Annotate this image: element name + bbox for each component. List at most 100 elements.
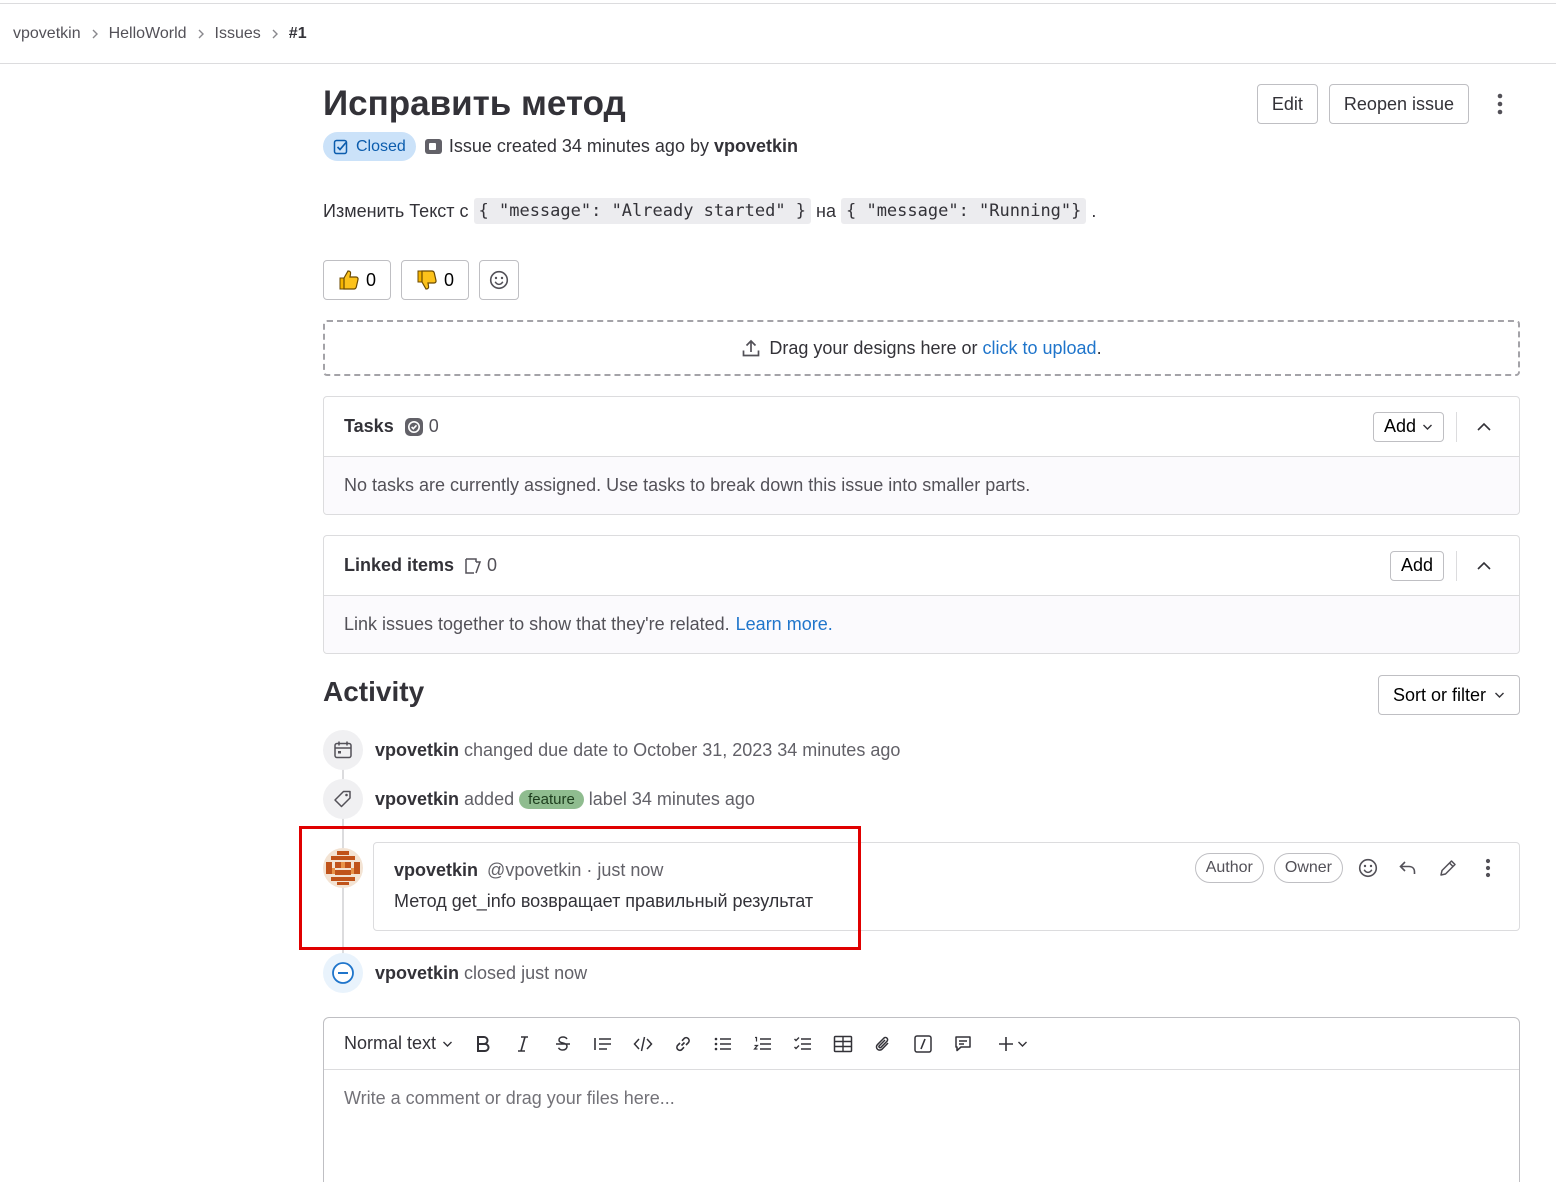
learn-more-link[interactable]: Learn more. — [736, 614, 833, 635]
system-note-label: vpovetkin added feature label 34 minutes… — [323, 779, 755, 819]
chevron-right-icon — [91, 29, 99, 39]
calendar-icon — [323, 730, 363, 770]
description-code-2: { "message": "Running"} — [840, 198, 1087, 224]
description-text-1: Изменить Текст с — [323, 200, 469, 221]
issue-meta: Closed Issue created 34 minutes ago by v… — [323, 132, 798, 161]
divider — [1456, 411, 1457, 442]
design-dropzone[interactable]: Drag your designs here or click to uploa… — [323, 320, 1520, 376]
tasks-widget: Tasks 0 Add No tasks are currently assig… — [323, 396, 1520, 515]
more-actions-icon[interactable] — [1480, 84, 1520, 124]
activity-title: Activity — [323, 676, 425, 707]
divider — [1456, 550, 1457, 581]
task-list-icon[interactable] — [783, 1024, 823, 1064]
plus-icon — [997, 1035, 1015, 1053]
thumbs-down-icon — [416, 269, 438, 291]
text-format-label: Normal text — [344, 1033, 437, 1053]
code-icon[interactable] — [623, 1024, 663, 1064]
bullet-list-icon[interactable] — [703, 1024, 743, 1064]
comment-actions: Author Owner — [1194, 853, 1503, 883]
smiley-icon[interactable] — [1353, 853, 1383, 883]
editor-toolbar: Normal text — [324, 1018, 1519, 1070]
add-reaction-button[interactable] — [479, 260, 520, 300]
comment-icon[interactable] — [943, 1024, 983, 1064]
table-icon[interactable] — [823, 1024, 863, 1064]
comment-editor: Normal text — [323, 1017, 1520, 1182]
label-icon — [323, 779, 363, 819]
edit-button[interactable]: Edit — [1256, 84, 1318, 124]
breadcrumb-item-vpovetkin[interactable]: vpovetkin — [13, 25, 81, 43]
tasks-title: Tasks — [344, 416, 394, 436]
thumbs-up-icon — [338, 269, 360, 291]
description-text-2: на — [816, 200, 836, 221]
chevron-right-icon — [271, 29, 279, 39]
pencil-icon[interactable] — [1433, 853, 1463, 883]
thumbs-up-button[interactable]: 0 — [323, 260, 392, 300]
dropzone-text: Drag your designs here or — [769, 337, 978, 358]
smiley-icon — [489, 270, 509, 290]
more-actions-icon[interactable] — [1473, 853, 1503, 883]
note-author[interactable]: vpovetkin — [375, 963, 459, 984]
issue-created-text: Issue created 34 minutes ago by — [448, 136, 709, 156]
linked-items-title: Linked items — [344, 555, 455, 575]
linked-items-count-value: 0 — [487, 555, 498, 575]
more-insert-dropdown[interactable] — [997, 1035, 1028, 1053]
thumbs-down-count: 0 — [444, 269, 455, 290]
chevron-up-icon[interactable] — [1469, 551, 1499, 581]
status-badge-label: Closed — [356, 137, 406, 155]
strikethrough-icon[interactable] — [543, 1024, 583, 1064]
owner-role-badge: Owner — [1273, 853, 1343, 883]
issue-closed-icon — [333, 138, 350, 155]
tasks-empty-text: No tasks are currently assigned. Use tas… — [324, 457, 1519, 514]
reply-icon[interactable] — [1393, 853, 1423, 883]
system-note-due-date: vpovetkin changed due date to October 31… — [323, 730, 900, 770]
comment-input[interactable] — [324, 1070, 1519, 1182]
note-text: closed just now — [464, 962, 588, 983]
upload-icon — [741, 338, 761, 358]
issue-type-icon — [424, 137, 443, 156]
note-author[interactable]: vpovetkin — [375, 740, 459, 761]
numbered-list-icon[interactable] — [743, 1024, 783, 1064]
feature-label-badge[interactable]: feature — [519, 789, 584, 809]
sort-or-filter-dropdown[interactable]: Sort or filter — [1377, 675, 1520, 715]
thumbs-up-count: 0 — [366, 269, 377, 290]
tasks-header: Tasks 0 Add — [324, 397, 1519, 457]
tasks-count-value: 0 — [428, 416, 439, 436]
quote-icon[interactable] — [583, 1024, 623, 1064]
linked-items-empty-text: Link issues together to show that they'r… — [344, 614, 730, 634]
note-author[interactable]: vpovetkin — [375, 789, 459, 810]
chevron-down-icon — [1422, 423, 1433, 431]
issue-author-link[interactable]: vpovetkin — [714, 136, 798, 157]
linked-items-header: Linked items 0 Add — [324, 536, 1519, 596]
add-linked-item-button[interactable]: Add — [1389, 550, 1444, 581]
note-text: changed due date to October 31, 2023 34 … — [464, 739, 901, 760]
chevron-down-icon — [1017, 1040, 1028, 1048]
link-icon[interactable] — [663, 1024, 703, 1064]
chevron-down-icon — [1494, 691, 1505, 699]
breadcrumb-item-helloworld[interactable]: HelloWorld — [109, 25, 187, 43]
linked-items-widget: Linked items 0 Add Link issues together … — [323, 535, 1520, 654]
thumbs-down-button[interactable]: 0 — [401, 260, 470, 300]
chevron-right-icon — [197, 29, 205, 39]
tasks-controls: Add — [1372, 411, 1499, 442]
issue-description: Изменить Текст с { "message": "Already s… — [323, 198, 1096, 224]
bold-icon[interactable] — [463, 1024, 503, 1064]
italic-icon[interactable] — [503, 1024, 543, 1064]
note-text-pre: added — [464, 788, 515, 809]
reopen-issue-button[interactable]: Reopen issue — [1328, 84, 1469, 124]
system-note-closed: vpovetkin closed just now — [323, 953, 587, 993]
chevron-down-icon — [442, 1040, 453, 1048]
breadcrumb-item-issues[interactable]: Issues — [215, 25, 261, 43]
add-task-button[interactable]: Add — [1372, 411, 1444, 442]
text-format-dropdown[interactable]: Normal text — [344, 1033, 453, 1054]
linked-items-controls: Add — [1389, 550, 1499, 581]
highlight-box — [299, 826, 861, 950]
breadcrumb-item-current[interactable]: #1 — [289, 25, 307, 43]
add-task-label: Add — [1383, 416, 1416, 436]
linked-items-count: 0 — [464, 555, 497, 576]
note-text-post: label 34 minutes ago — [588, 788, 755, 809]
paperclip-icon[interactable] — [863, 1024, 903, 1064]
chevron-up-icon[interactable] — [1469, 412, 1499, 442]
click-to-upload-link[interactable]: click to upload — [983, 338, 1097, 359]
sort-or-filter-label: Sort or filter — [1392, 684, 1486, 705]
slash-command-icon[interactable] — [903, 1024, 943, 1064]
